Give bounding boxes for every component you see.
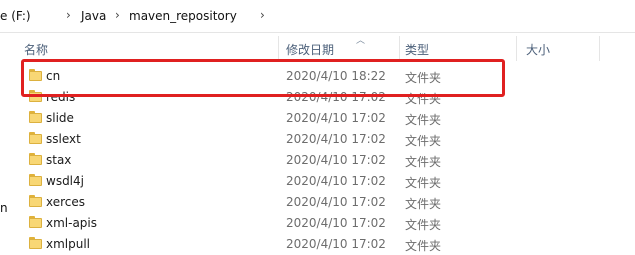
sort-ascending-icon: ︿	[356, 36, 366, 46]
file-name: stax	[46, 153, 72, 167]
column-header-name[interactable]: 名称	[24, 41, 48, 58]
modified-date: 2020/4/10 17:02	[286, 216, 386, 230]
breadcrumb-maven-repository[interactable]: maven_repository	[129, 9, 237, 23]
modified-date: 2020/4/10 17:02	[286, 237, 386, 251]
file-name: xerces	[46, 195, 86, 209]
file-type: 文件夹	[405, 155, 442, 169]
folder-icon	[29, 216, 42, 228]
folder-row-stax[interactable]: stax 2020/4/10 17:02 文件夹	[16, 150, 635, 171]
modified-date: 2020/4/10 17:02	[286, 90, 386, 104]
modified-date: 2020/4/10 17:02	[286, 195, 386, 209]
file-list: cn 2020/4/10 18:22 文件夹 redis 2020/4/10 1…	[16, 66, 635, 255]
column-header-size[interactable]: 大小	[526, 41, 550, 58]
file-name: wsdl4j	[46, 174, 84, 188]
column-divider[interactable]	[399, 36, 400, 61]
column-header-date[interactable]: 修改日期	[286, 41, 334, 58]
folder-icon	[29, 111, 42, 123]
folder-row-sslext[interactable]: sslext 2020/4/10 17:02 文件夹	[16, 129, 635, 150]
file-type: 文件夹	[405, 197, 442, 211]
column-divider[interactable]	[278, 36, 279, 61]
folder-icon	[29, 90, 42, 102]
column-header-type[interactable]: 类型	[405, 41, 429, 58]
file-type: 文件夹	[405, 71, 442, 85]
file-name: slide	[46, 111, 74, 125]
column-divider[interactable]	[599, 36, 600, 61]
modified-date: 2020/4/10 17:02	[286, 174, 386, 188]
folder-icon	[29, 174, 42, 186]
folder-row-xml-apis[interactable]: xml-apis 2020/4/10 17:02 文件夹	[16, 213, 635, 234]
folder-row-xerces[interactable]: xerces 2020/4/10 17:02 文件夹	[16, 192, 635, 213]
folder-icon	[29, 195, 42, 207]
modified-date: 2020/4/10 18:22	[286, 69, 386, 83]
address-bar[interactable]: e (F:) › Java › maven_repository ›	[0, 0, 635, 33]
folder-row-cn[interactable]: cn 2020/4/10 18:22 文件夹	[16, 66, 635, 87]
folder-icon	[29, 153, 42, 165]
modified-date: 2020/4/10 17:02	[286, 153, 386, 167]
folder-icon	[29, 237, 42, 249]
modified-date: 2020/4/10 17:02	[286, 111, 386, 125]
breadcrumb-java[interactable]: Java	[81, 9, 106, 23]
file-name: sslext	[46, 132, 81, 146]
folder-icon	[29, 132, 42, 144]
file-type: 文件夹	[405, 239, 442, 253]
navigation-item-fragment[interactable]: n	[0, 201, 8, 215]
folder-icon	[29, 69, 42, 81]
file-name: cn	[46, 69, 61, 83]
file-type: 文件夹	[405, 92, 442, 106]
folder-row-xmlpull[interactable]: xmlpull 2020/4/10 17:02 文件夹	[16, 234, 635, 255]
breadcrumb-drive[interactable]: e (F:)	[0, 9, 31, 23]
file-type: 文件夹	[405, 176, 442, 190]
folder-row-redis[interactable]: redis 2020/4/10 17:02 文件夹	[16, 87, 635, 108]
file-type: 文件夹	[405, 218, 442, 232]
file-name: redis	[46, 90, 76, 104]
column-header-row: 名称 ︿ 修改日期 类型 大小	[16, 36, 635, 61]
folder-row-slide[interactable]: slide 2020/4/10 17:02 文件夹	[16, 108, 635, 129]
file-name: xml-apis	[46, 216, 98, 230]
chevron-right-icon[interactable]: ›	[115, 8, 120, 22]
chevron-right-icon[interactable]: ›	[66, 8, 71, 22]
navigation-pane[interactable]: n	[0, 33, 16, 253]
file-type: 文件夹	[405, 113, 442, 127]
folder-row-wsdl4j[interactable]: wsdl4j 2020/4/10 17:02 文件夹	[16, 171, 635, 192]
column-divider[interactable]	[516, 36, 517, 61]
file-name: xmlpull	[46, 237, 91, 251]
modified-date: 2020/4/10 17:02	[286, 132, 386, 146]
chevron-right-icon[interactable]: ›	[260, 8, 265, 22]
file-type: 文件夹	[405, 134, 442, 148]
